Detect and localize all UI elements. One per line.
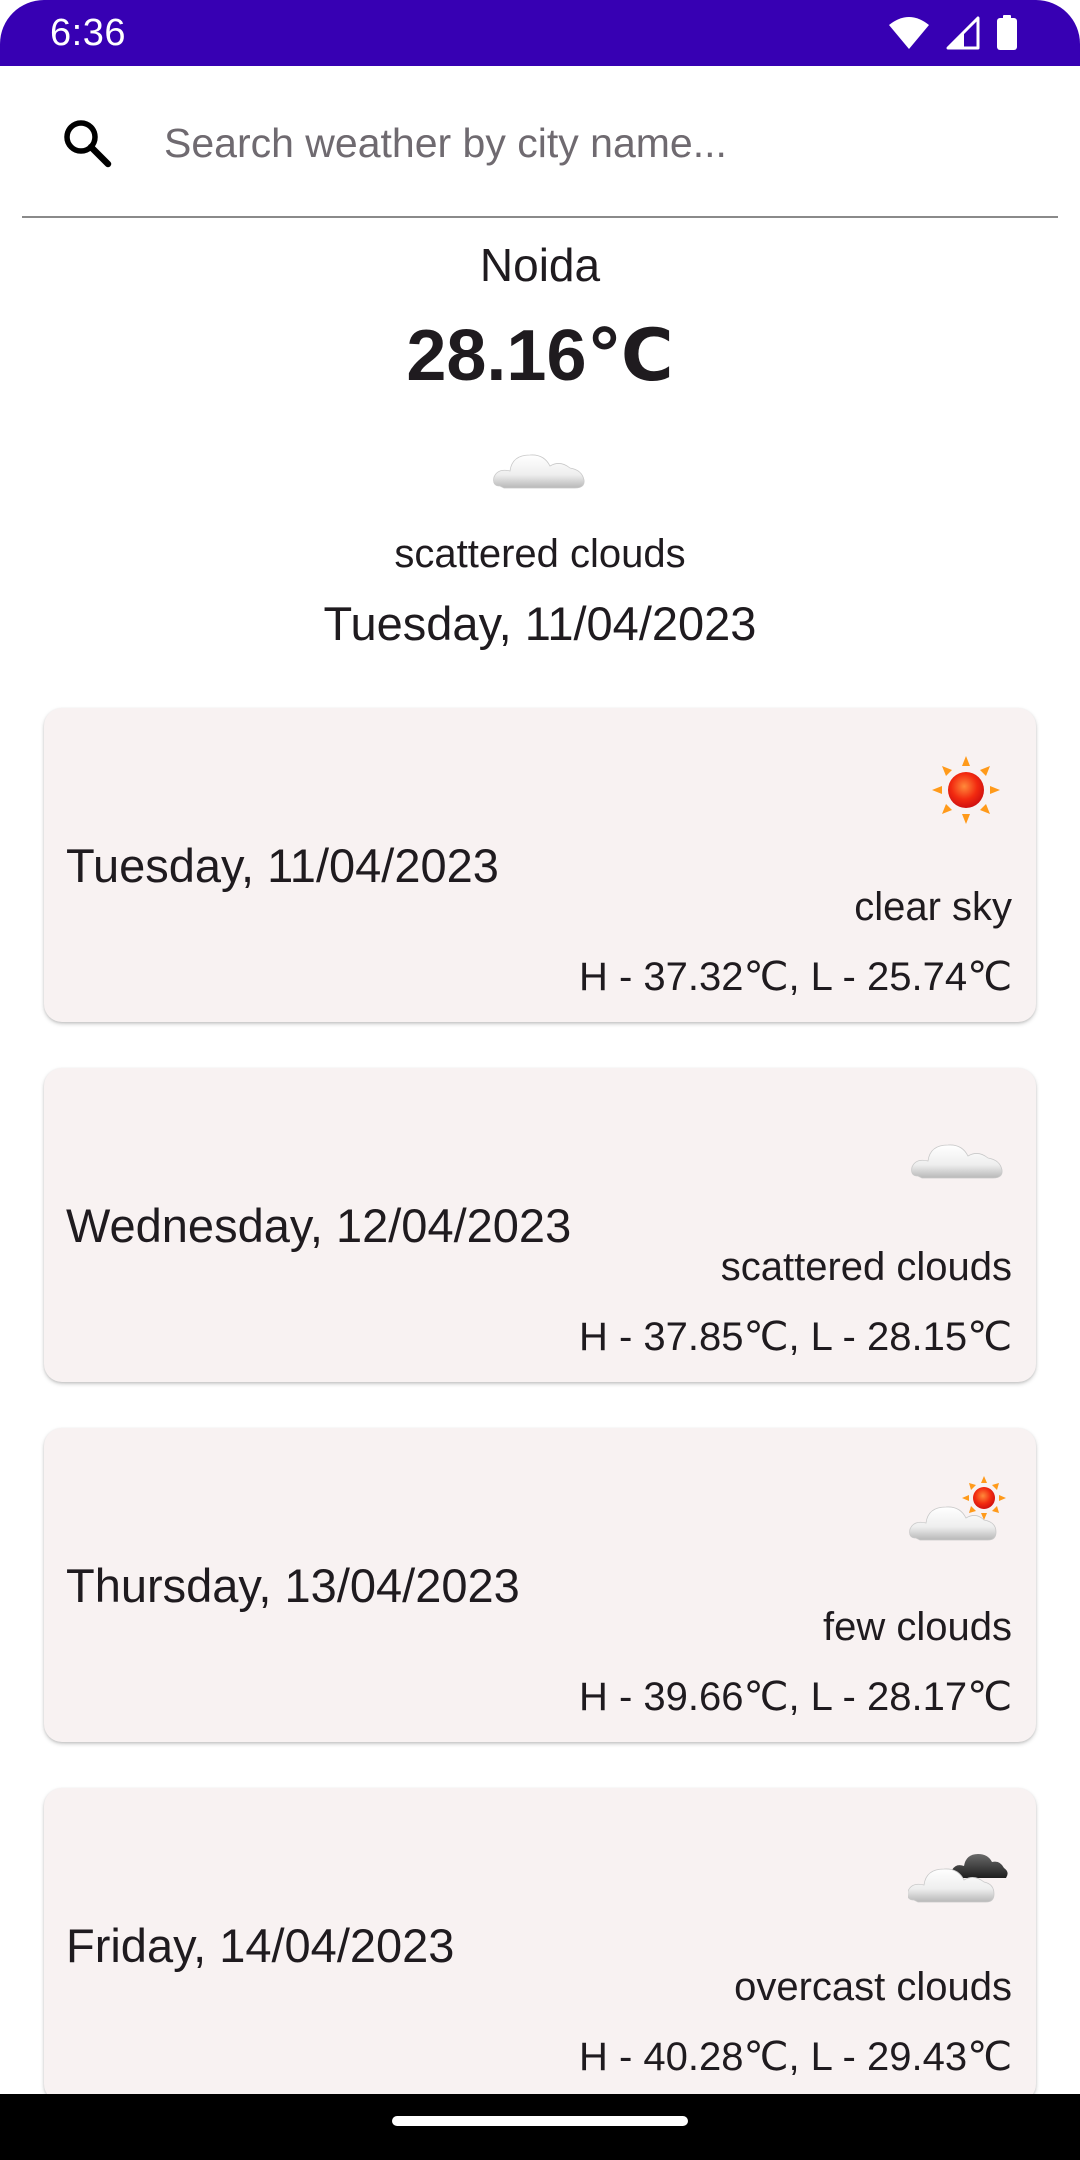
city-name: Noida [479, 239, 601, 291]
overcast-clouds-icon [908, 1854, 1008, 1903]
navigation-bar [0, 2094, 1080, 2160]
search-bar [22, 66, 1058, 218]
forecast-card[interactable]: Tuesday, 11/04/2023 clear sky H - 37.32℃… [44, 708, 1036, 1022]
current-weather: Noida 28.16℃ scattered clouds Tuesday, 1… [0, 230, 1080, 656]
clear-sky-icon [932, 756, 1000, 824]
forecast-description: few clouds [823, 1605, 1012, 1649]
forecast-date: Friday, 14/04/2023 [66, 1919, 455, 1972]
forecast-description: overcast clouds [734, 1965, 1012, 2009]
forecast-temperature-range: H - 37.85℃, L - 28.15℃ [578, 1315, 1012, 1359]
current-temperature: 28.16℃ [406, 316, 674, 396]
forecast-temperature-range: H - 39.66℃, L - 28.17℃ [578, 1675, 1012, 1719]
status-bar: 6:36 [0, 0, 1080, 66]
scattered-clouds-icon [911, 1144, 1003, 1179]
search-input[interactable] [164, 106, 1024, 180]
status-icons [888, 14, 1018, 52]
current-date: Tuesday, 11/04/2023 [323, 597, 757, 650]
search-icon[interactable] [60, 116, 114, 170]
status-time: 6:36 [50, 12, 126, 54]
forecast-temperature-range: H - 37.32℃, L - 25.74℃ [578, 955, 1012, 999]
forecast-description: scattered clouds [720, 1245, 1012, 1289]
home-handle[interactable] [392, 2116, 688, 2126]
forecast-card[interactable]: Friday, 14/04/2023 overcast clouds H - 4… [44, 1788, 1036, 2102]
battery-icon [996, 15, 1018, 51]
forecast-card[interactable]: Thursday, 13/04/2023 few clouds H - 39.6… [44, 1428, 1036, 1742]
signal-icon [946, 16, 980, 50]
forecast-temperature-range: H - 40.28℃, L - 29.43℃ [578, 2035, 1012, 2079]
weather-app-screen: 6:36 Search weather by city name... Noid… [0, 0, 1080, 2160]
few-clouds-icon [909, 1476, 1006, 1541]
forecast-description: clear sky [854, 885, 1012, 929]
forecast-date: Thursday, 13/04/2023 [66, 1559, 520, 1612]
wifi-icon [888, 16, 930, 50]
forecast-card[interactable]: Wednesday, 12/04/2023 scattered clouds H… [44, 1068, 1036, 1382]
scattered-clouds-icon [493, 454, 585, 489]
forecast-list: Tuesday, 11/04/2023 clear sky H - 37.32℃… [44, 708, 1036, 2148]
forecast-date: Tuesday, 11/04/2023 [66, 839, 499, 892]
forecast-date: Wednesday, 12/04/2023 [66, 1199, 572, 1252]
current-description: scattered clouds [394, 532, 686, 576]
